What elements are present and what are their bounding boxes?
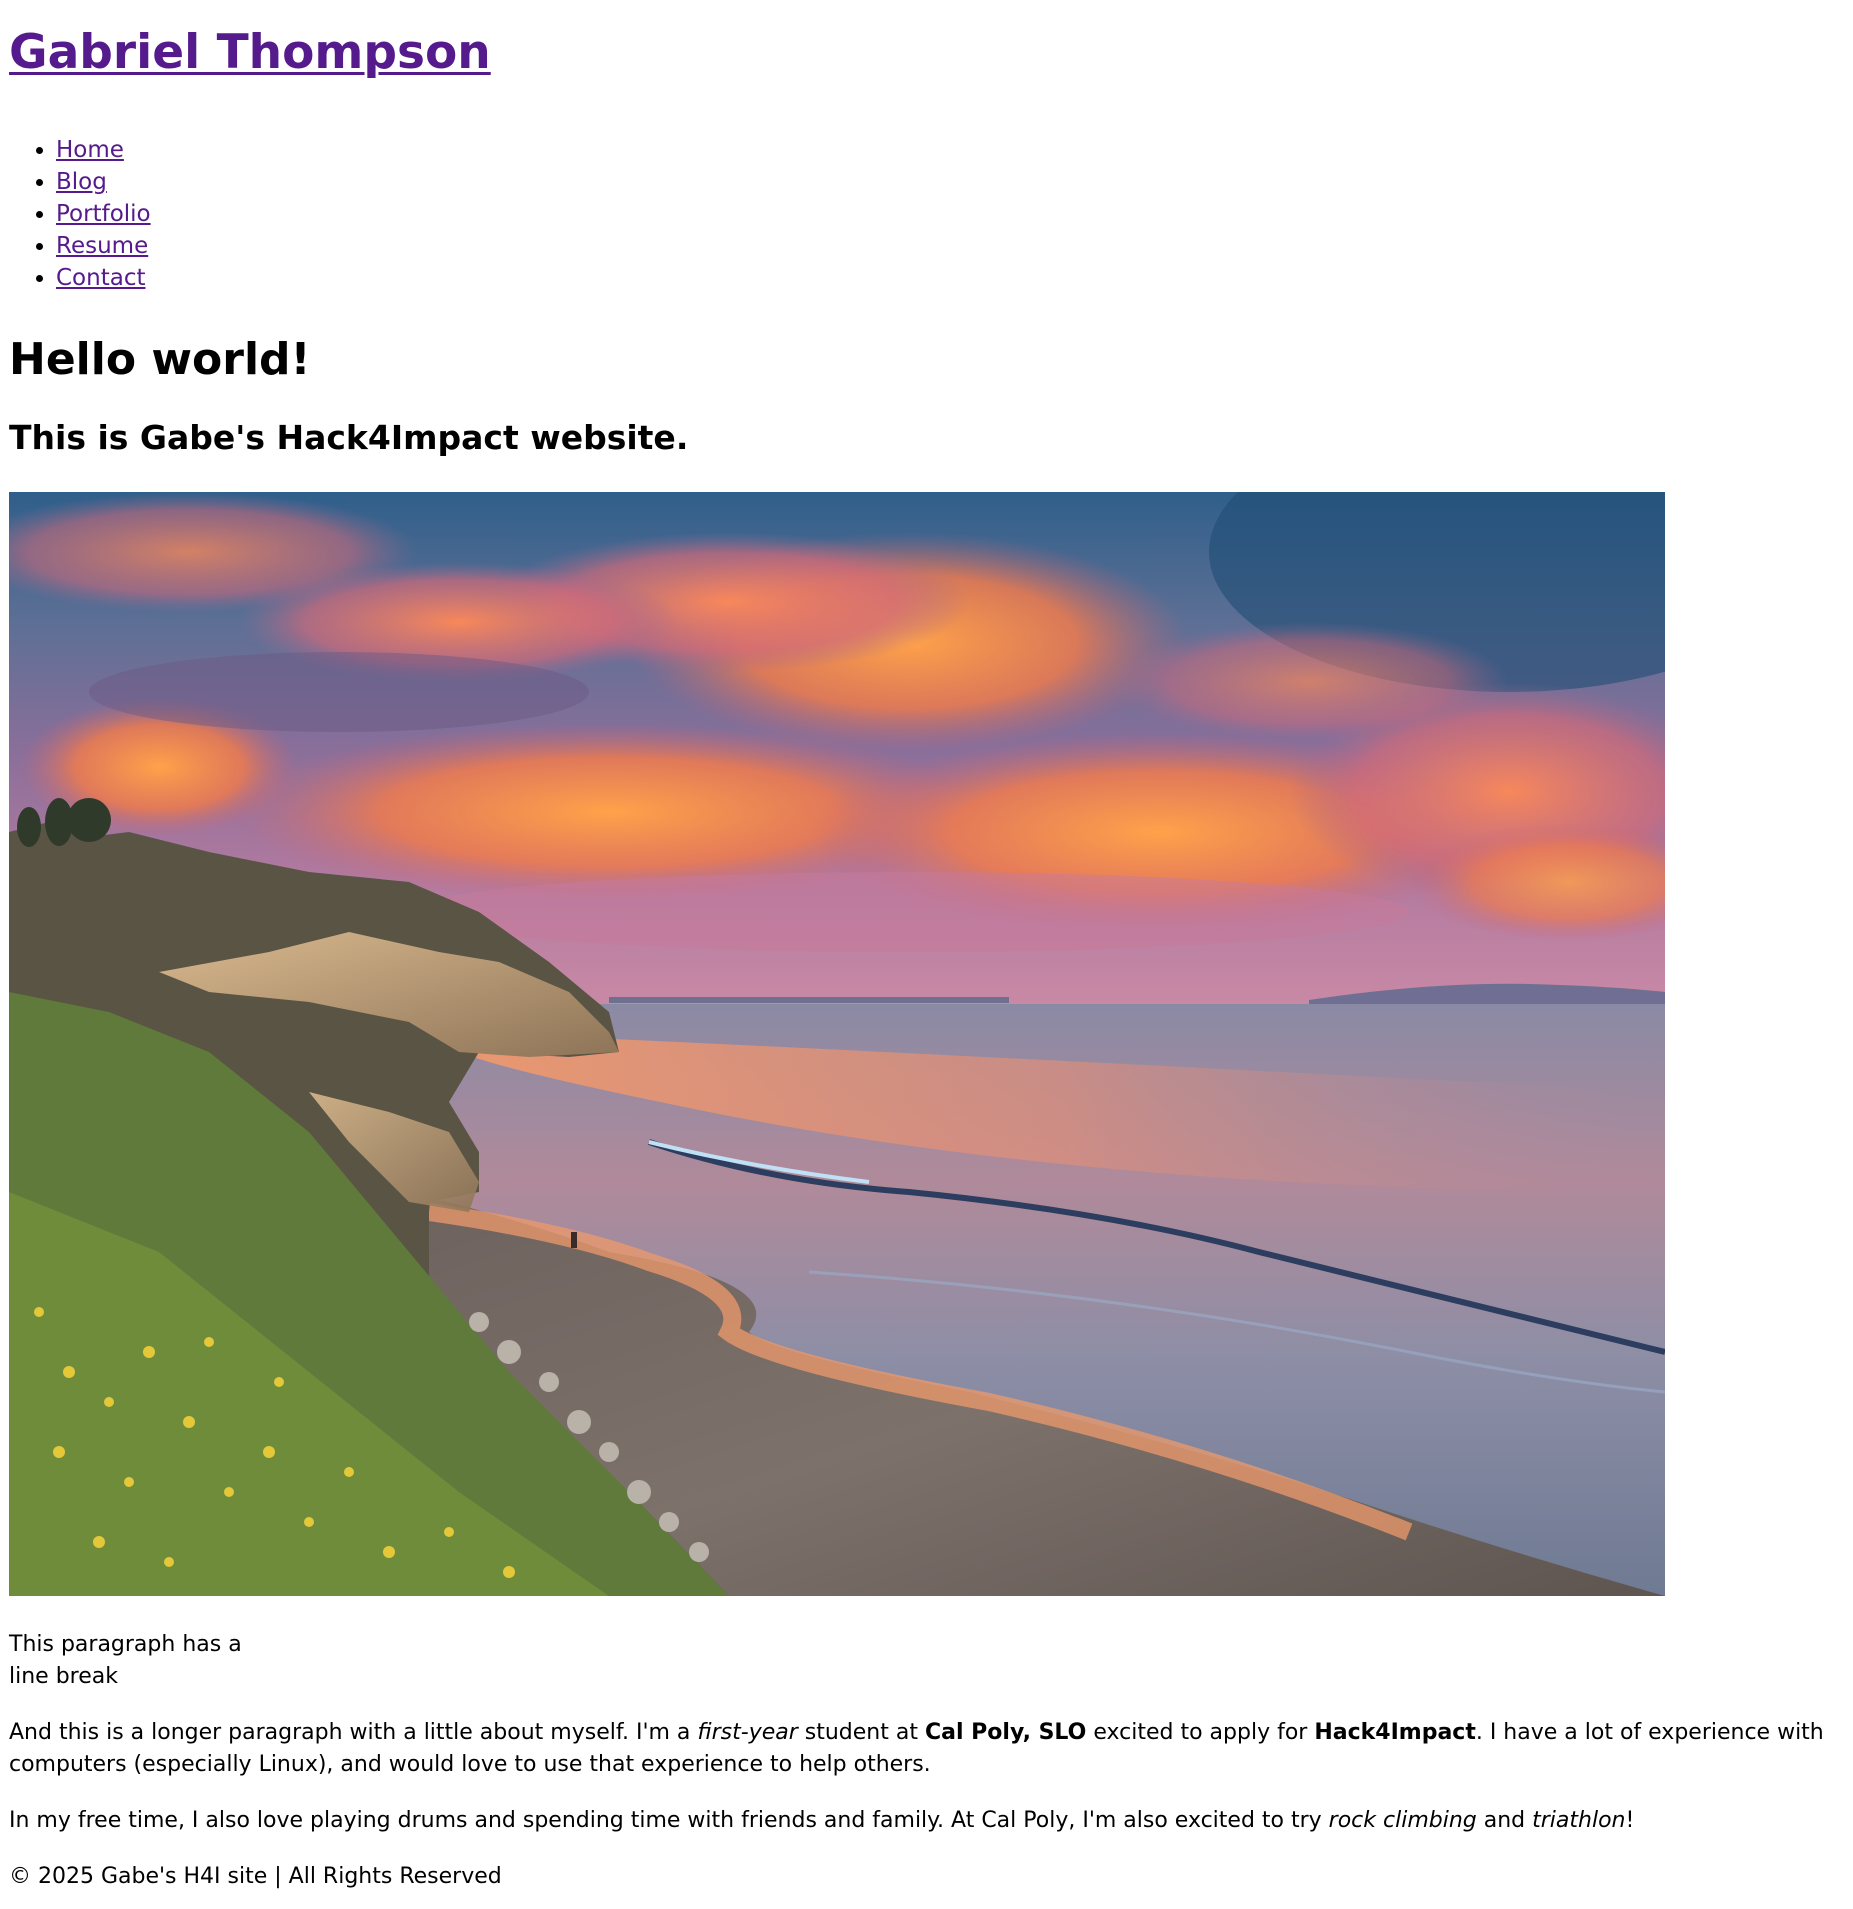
about-paragraph: And this is a longer paragraph with a li… xyxy=(9,1717,1844,1781)
site-title-link[interactable]: Gabriel Thompson xyxy=(9,25,491,80)
line-break-paragraph: This paragraph has a line break xyxy=(9,1629,1844,1693)
about-bold-hack4impact: Hack4Impact xyxy=(1314,1720,1476,1745)
nav-link-contact[interactable]: Contact xyxy=(56,265,145,291)
about-text-1: And this is a longer paragraph with a li… xyxy=(9,1720,698,1745)
free-time-italic-rock-climbing: rock climbing xyxy=(1328,1808,1477,1833)
about-italic-first-year: first-year xyxy=(697,1720,798,1745)
line-break-paragraph-line1: This paragraph has a xyxy=(9,1632,242,1657)
nav-item-home: Home xyxy=(56,134,1844,166)
free-time-text-2: and xyxy=(1476,1808,1533,1833)
hero-image xyxy=(9,492,1665,1596)
nav-list: Home Blog Portfolio Resume Contact xyxy=(9,134,1844,294)
nav-item-resume: Resume xyxy=(56,230,1844,262)
free-time-text-3: ! xyxy=(1625,1808,1635,1833)
nav-link-home[interactable]: Home xyxy=(56,137,124,163)
about-bold-cal-poly: Cal Poly, SLO xyxy=(924,1720,1087,1745)
page-heading: Hello world! xyxy=(9,334,311,385)
about-text-3: excited to apply for xyxy=(1086,1720,1315,1745)
nav-link-resume[interactable]: Resume xyxy=(56,233,148,259)
site-title: Gabriel Thompson xyxy=(9,0,1844,84)
coastal-sunset-photo xyxy=(9,492,1665,1596)
about-text-2: student at xyxy=(797,1720,925,1745)
nav-link-blog[interactable]: Blog xyxy=(56,169,107,195)
line-break-paragraph-line2: line break xyxy=(9,1664,118,1689)
free-time-text-1: In my free time, I also love playing dru… xyxy=(9,1808,1329,1833)
page-subheading: This is Gabe's Hack4Impact website. xyxy=(9,418,689,457)
nav-item-portfolio: Portfolio xyxy=(56,198,1844,230)
nav-link-portfolio[interactable]: Portfolio xyxy=(56,201,151,227)
nav-item-blog: Blog xyxy=(56,166,1844,198)
free-time-paragraph: In my free time, I also love playing dru… xyxy=(9,1805,1844,1837)
nav-item-contact: Contact xyxy=(56,262,1844,294)
page: Gabriel Thompson Home Blog Portfolio Res… xyxy=(0,0,1853,1893)
footer-copyright: © 2025 Gabe's H4I site | All Rights Rese… xyxy=(9,1864,502,1889)
free-time-italic-triathlon: triathlon xyxy=(1532,1808,1626,1833)
